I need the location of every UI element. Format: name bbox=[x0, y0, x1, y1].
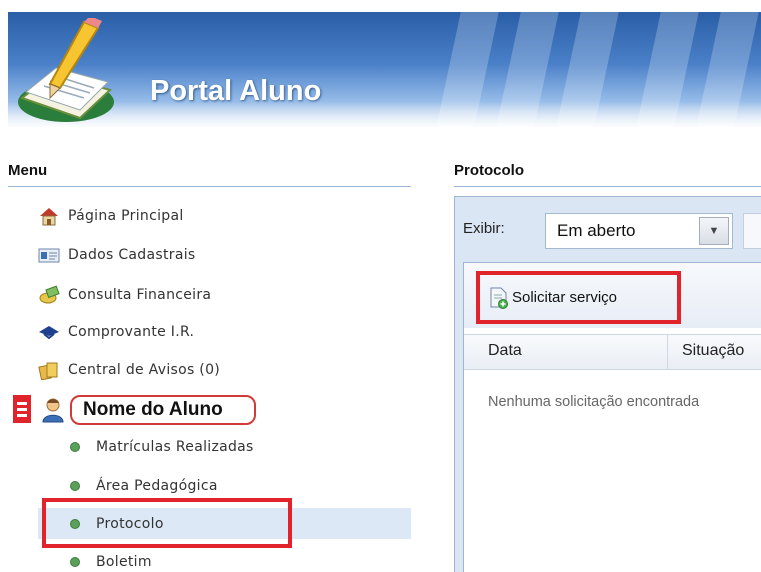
sidebar-item-consulta-financeira[interactable]: Consulta Financeira bbox=[38, 280, 408, 310]
status-filter-select[interactable]: Em aberto ▼ bbox=[545, 213, 733, 249]
page-title: Protocolo bbox=[454, 162, 524, 179]
sidebar-subitem-label: Área Pedagógica bbox=[96, 478, 218, 494]
column-header-situacao[interactable]: Situação bbox=[682, 342, 744, 360]
bullet-icon bbox=[70, 557, 80, 567]
portal-title: Portal Aluno bbox=[150, 75, 322, 107]
menu-title: Menu bbox=[8, 162, 48, 179]
federal-revenue-icon bbox=[38, 322, 60, 342]
column-header-data[interactable]: Data bbox=[488, 342, 522, 360]
student-name[interactable]: Nome do Aluno bbox=[70, 395, 256, 425]
sidebar-item-label: Consulta Financeira bbox=[68, 287, 212, 303]
sidebar-item-label: Central de Avisos (0) bbox=[68, 362, 221, 378]
home-icon bbox=[38, 206, 60, 226]
money-icon bbox=[38, 285, 60, 305]
bullet-icon bbox=[70, 481, 80, 491]
status-filter-value: Em aberto bbox=[557, 221, 636, 240]
bullet-icon bbox=[70, 442, 80, 452]
protocolo-highlight-box bbox=[42, 498, 292, 548]
collapse-toggle-icon[interactable] bbox=[13, 395, 31, 423]
sidebar-item-label: Comprovante I.R. bbox=[68, 324, 195, 340]
chevron-down-icon[interactable]: ▼ bbox=[699, 217, 729, 245]
student-name-label: Nome do Aluno bbox=[83, 399, 223, 420]
book-logo-icon bbox=[18, 18, 114, 122]
sidebar-subitem-label: Boletim bbox=[96, 554, 152, 570]
sidebar-item-comprovante-ir[interactable]: Comprovante I.R. bbox=[38, 317, 408, 347]
filter-label: Exibir: bbox=[463, 220, 505, 237]
sidebar-subitem-boletim[interactable]: Boletim bbox=[70, 547, 440, 572]
sidebar-item-dados-cadastrais[interactable]: Dados Cadastrais bbox=[38, 240, 408, 270]
sidebar-item-label: Dados Cadastrais bbox=[68, 247, 196, 263]
empty-state-message: Nenhuma solicitação encontrada bbox=[488, 394, 700, 410]
sidebar-subitem-matriculas[interactable]: Matrículas Realizadas bbox=[70, 432, 440, 462]
sidebar-item-pagina-principal[interactable]: Página Principal bbox=[38, 201, 408, 231]
header: Portal Aluno bbox=[0, 0, 761, 132]
sidebar-subitem-area-pedagogica[interactable]: Área Pedagógica bbox=[70, 471, 440, 501]
sidebar-item-central-de-avisos[interactable]: Central de Avisos (0) bbox=[38, 355, 408, 385]
id-card-icon bbox=[38, 245, 60, 265]
menu-divider bbox=[8, 186, 411, 187]
column-divider bbox=[667, 335, 668, 369]
title-divider bbox=[454, 186, 761, 187]
table-header: Data Situação bbox=[464, 334, 761, 370]
request-button-highlight-box bbox=[476, 271, 681, 324]
notes-icon bbox=[38, 360, 60, 381]
sidebar-item-label: Página Principal bbox=[68, 208, 184, 224]
filter-action-control[interactable] bbox=[743, 213, 761, 249]
user-icon bbox=[42, 398, 64, 423]
sidebar-subitem-label: Matrículas Realizadas bbox=[96, 439, 254, 455]
